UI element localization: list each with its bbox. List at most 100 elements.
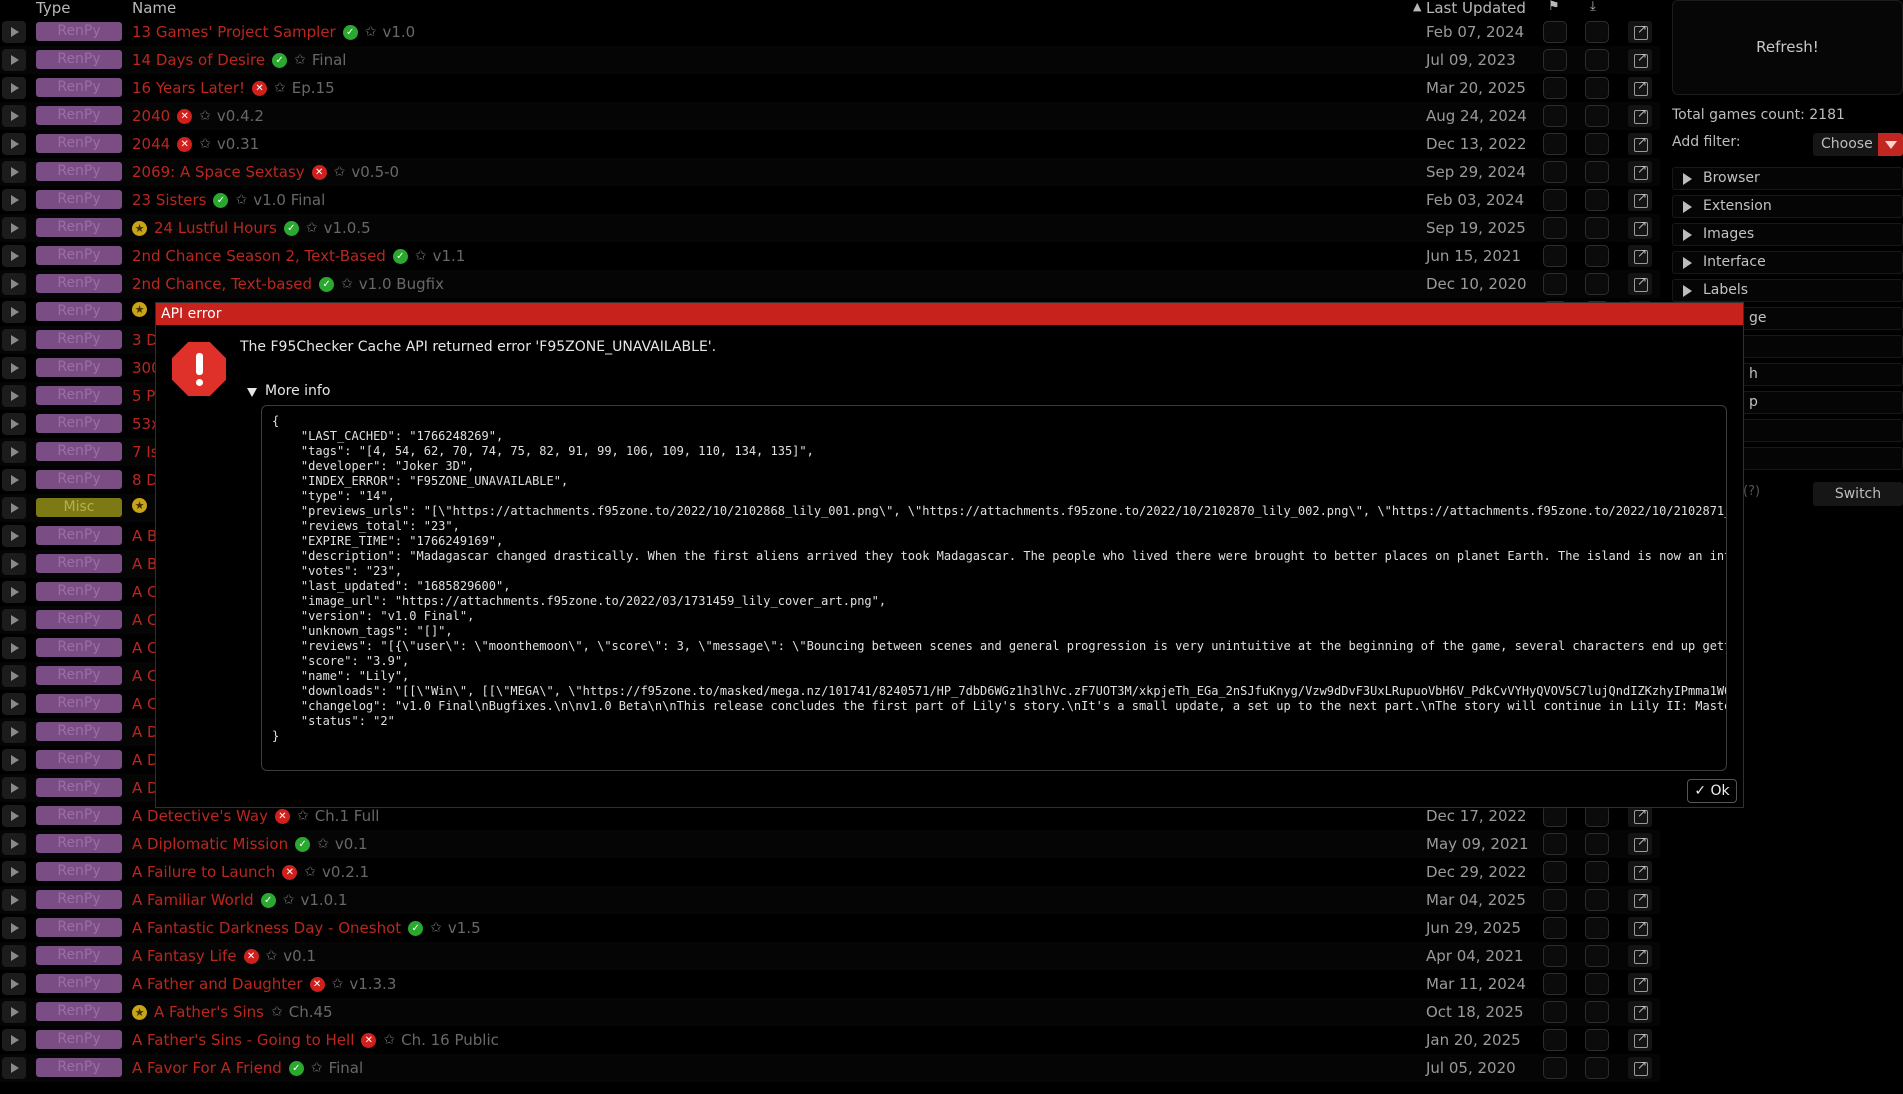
game-name-cell[interactable]: 13 Games' Project Sampler ✓ ✩ v1.0 (132, 22, 415, 42)
installed-checkbox[interactable] (1585, 833, 1609, 855)
error-details-textbox[interactable]: { "LAST_CACHED": "1766248269", "tags": "… (261, 405, 1727, 771)
play-icon[interactable] (2, 889, 26, 911)
dialog-title[interactable]: API error (156, 303, 1743, 325)
installed-checkbox[interactable] (1585, 161, 1609, 183)
game-name-cell[interactable]: ★ (132, 302, 154, 317)
open-thread-icon[interactable] (1628, 861, 1652, 883)
play-icon[interactable] (2, 497, 26, 519)
play-icon[interactable] (2, 1029, 26, 1051)
installed-checkbox[interactable] (1585, 105, 1609, 127)
play-icon[interactable] (2, 693, 26, 715)
game-name[interactable]: A Favor For A Friend (132, 1058, 282, 1078)
open-thread-icon[interactable] (1628, 245, 1652, 267)
open-thread-icon[interactable] (1628, 833, 1652, 855)
open-thread-icon[interactable] (1628, 161, 1652, 183)
table-row[interactable]: RenPy 2044 ✕ ✩ v0.31 Dec 13, 2022 (0, 130, 1660, 158)
open-thread-icon[interactable] (1628, 273, 1652, 295)
installed-checkbox[interactable] (1585, 889, 1609, 911)
section-browser[interactable]: Browser (1672, 167, 1903, 190)
game-name-cell[interactable]: 14 Days of Desire ✓ ✩ Final (132, 50, 346, 70)
installed-checkbox[interactable] (1585, 77, 1609, 99)
game-name[interactable]: A Father's Sins - Going to Hell (132, 1030, 354, 1050)
game-name-cell[interactable]: A Detective's Way ✕ ✩ Ch.1 Full (132, 806, 379, 826)
more-info-toggle[interactable]: More info (247, 383, 330, 399)
table-row[interactable]: RenPy 2nd Chance Season 2, Text-Based ✓ ✩ v1… (0, 242, 1660, 270)
game-name[interactable]: 2040 (132, 106, 170, 126)
game-name-cell[interactable]: A C (132, 582, 158, 602)
play-icon[interactable] (2, 469, 26, 491)
played-checkbox[interactable] (1543, 217, 1567, 239)
table-row[interactable]: RenPy A Familiar World ✓ ✩ v1.0.1 Mar 04, 202… (0, 886, 1660, 914)
game-name[interactable]: A C (132, 610, 158, 630)
game-name-cell[interactable]: A Diplomatic Mission ✓ ✩ v0.1 (132, 834, 368, 854)
game-name-cell[interactable]: 2069: A Space Sextasy ✕ ✩ v0.5-0 (132, 162, 399, 182)
table-row[interactable]: RenPy 14 Days of Desire ✓ ✩ Final Jul 09, 202… (0, 46, 1660, 74)
col-updated-header[interactable]: Last Updated (1426, 0, 1526, 17)
played-checkbox[interactable] (1543, 133, 1567, 155)
play-icon[interactable] (2, 637, 26, 659)
game-name[interactable]: A Father's Sins (154, 1002, 264, 1022)
played-checkbox[interactable] (1543, 245, 1567, 267)
game-name-cell[interactable]: A Father's Sins - Going to Hell ✕ ✩ Ch. 16 … (132, 1030, 499, 1050)
game-name-cell[interactable]: 2040 ✕ ✩ v0.4.2 (132, 106, 264, 126)
played-checkbox[interactable] (1543, 973, 1567, 995)
game-name[interactable]: 5 P (132, 386, 155, 406)
play-icon[interactable] (2, 581, 26, 603)
table-row[interactable]: RenPy 2069: A Space Sextasy ✕ ✩ v0.5-0 Sep 29… (0, 158, 1660, 186)
installed-checkbox[interactable] (1585, 861, 1609, 883)
played-checkbox[interactable] (1543, 917, 1567, 939)
play-icon[interactable] (2, 609, 26, 631)
game-name-cell[interactable]: 2nd Chance Season 2, Text-Based ✓ ✩ v1.1 (132, 246, 465, 266)
play-icon[interactable] (2, 777, 26, 799)
play-icon[interactable] (2, 217, 26, 239)
play-icon[interactable] (2, 77, 26, 99)
play-icon[interactable] (2, 665, 26, 687)
game-name-cell[interactable]: A C (132, 610, 158, 630)
play-icon[interactable] (2, 161, 26, 183)
installed-checkbox[interactable] (1585, 133, 1609, 155)
play-icon[interactable] (2, 553, 26, 575)
play-icon[interactable] (2, 21, 26, 43)
open-thread-icon[interactable] (1628, 1001, 1652, 1023)
installed-checkbox[interactable] (1585, 217, 1609, 239)
open-thread-icon[interactable] (1628, 945, 1652, 967)
played-checkbox[interactable] (1543, 861, 1567, 883)
game-name[interactable]: A C (132, 694, 158, 714)
game-name[interactable]: 2044 (132, 134, 170, 154)
game-name[interactable]: 2nd Chance, Text-based (132, 274, 312, 294)
installed-checkbox[interactable] (1585, 273, 1609, 295)
game-name[interactable]: 2069: A Space Sextasy (132, 162, 305, 182)
table-row[interactable]: RenPy ★ A Father's Sins ✩ Ch.45 Oct 18, 2025 (0, 998, 1660, 1026)
game-name[interactable]: 14 Days of Desire (132, 50, 265, 70)
game-name-cell[interactable]: 3 D (132, 330, 158, 350)
play-icon[interactable] (2, 273, 26, 295)
game-name[interactable]: A C (132, 582, 158, 602)
chevron-down-icon[interactable] (1878, 133, 1903, 156)
play-icon[interactable] (2, 49, 26, 71)
open-thread-icon[interactable] (1628, 189, 1652, 211)
open-thread-icon[interactable] (1628, 889, 1652, 911)
switch-button[interactable]: Switch (1813, 482, 1903, 506)
game-name-cell[interactable]: A Favor For A Friend ✓ ✩ Final (132, 1058, 363, 1078)
game-name[interactable]: A Fantastic Darkness Day - Oneshot (132, 918, 401, 938)
game-name[interactable]: A Detective's Way (132, 806, 268, 826)
game-name[interactable]: A C (132, 666, 158, 686)
download-icon[interactable]: ⤓ (1590, 0, 1596, 14)
game-name-cell[interactable]: ★ (132, 498, 154, 513)
played-checkbox[interactable] (1543, 889, 1567, 911)
open-thread-icon[interactable] (1628, 77, 1652, 99)
game-name-cell[interactable]: ★ 24 Lustful Hours ✓ ✩ v1.0.5 (132, 218, 371, 238)
played-checkbox[interactable] (1543, 273, 1567, 295)
game-name-cell[interactable]: A B (132, 526, 157, 546)
game-name[interactable]: A C (132, 638, 158, 658)
play-icon[interactable] (2, 385, 26, 407)
played-checkbox[interactable] (1543, 161, 1567, 183)
play-icon[interactable] (2, 805, 26, 827)
section-labels[interactable]: Labels (1672, 279, 1903, 302)
game-name-cell[interactable]: A Fantasy Life ✕ ✩ v0.1 (132, 946, 316, 966)
installed-checkbox[interactable] (1585, 805, 1609, 827)
table-row[interactable]: RenPy A Failure to Launch ✕ ✩ v0.2.1 Dec 29, … (0, 858, 1660, 886)
game-name[interactable]: A Failure to Launch (132, 862, 275, 882)
col-name-header[interactable]: Name (132, 0, 176, 17)
game-name-cell[interactable]: 2nd Chance, Text-based ✓ ✩ v1.0 Bugfix (132, 274, 444, 294)
